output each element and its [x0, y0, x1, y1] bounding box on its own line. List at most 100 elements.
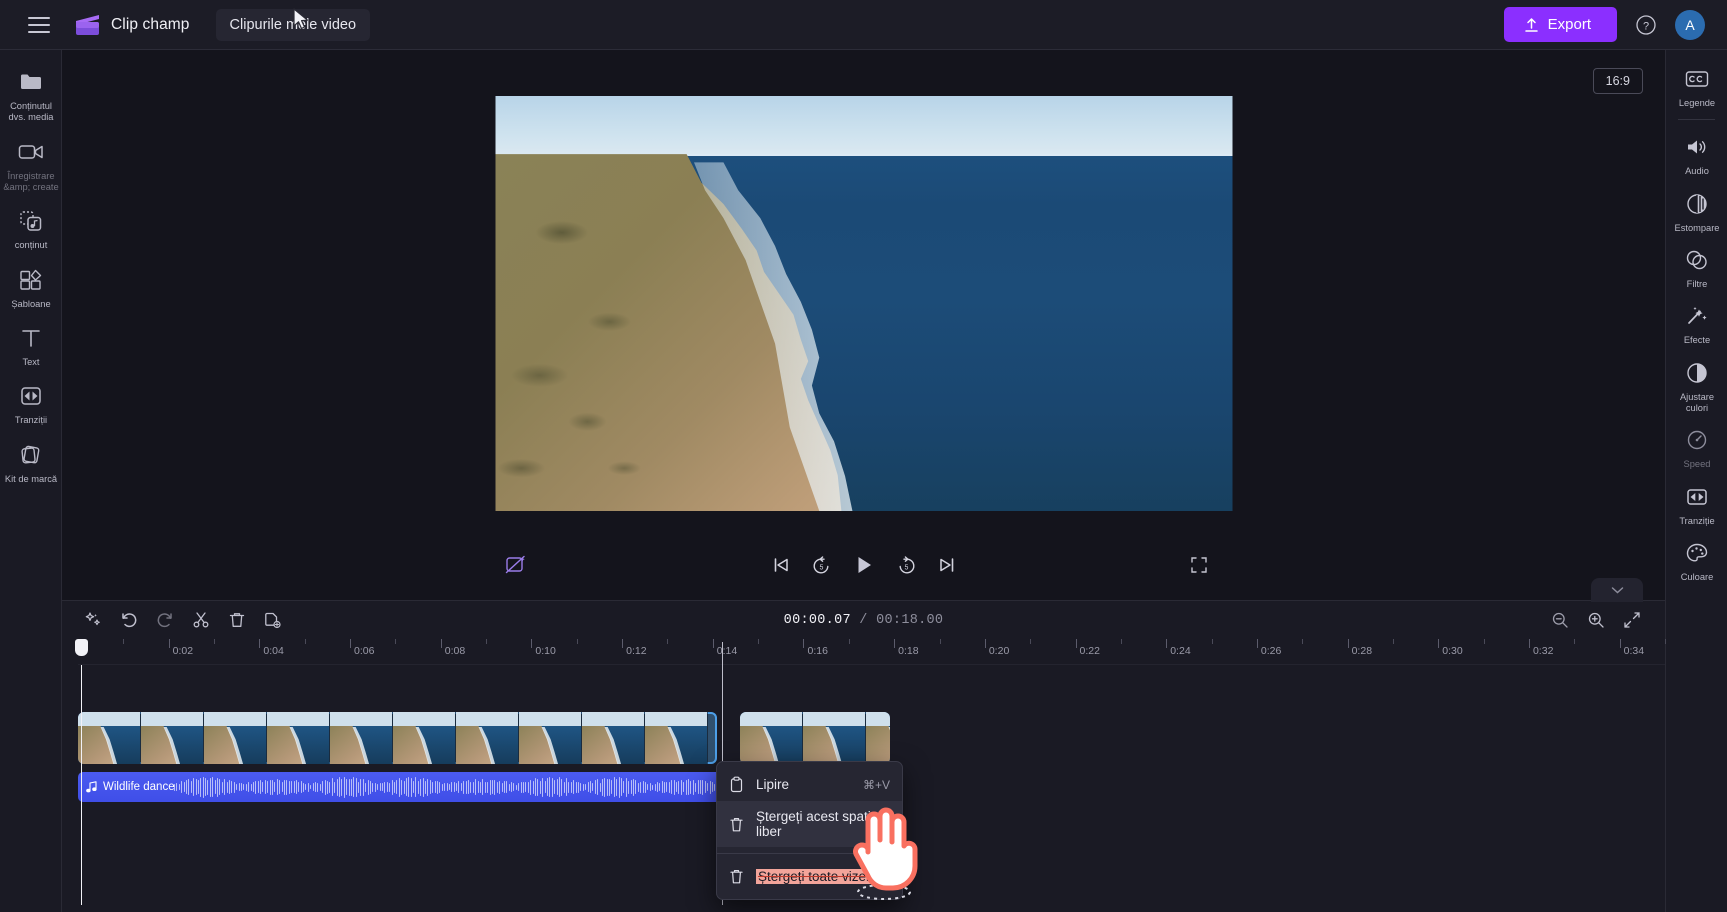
- ruler-tick-major: 0:30: [1438, 639, 1463, 657]
- sidebar-item-color[interactable]: Culoare: [1666, 532, 1727, 588]
- context-menu-item-delete-all[interactable]: Ștergeți toate vizele: [717, 860, 902, 893]
- sidebar-item-label: Efecte: [1683, 335, 1711, 346]
- ruler-tick-label: 0:24: [1170, 645, 1191, 657]
- ruler-tick-minor: [848, 639, 850, 644]
- fullscreen-icon[interactable]: [1190, 556, 1208, 574]
- ruler-tick-minor: [1665, 639, 1666, 644]
- total-time: 00:18.00: [876, 612, 944, 628]
- context-menu-item-delete-gap[interactable]: Ștergeți acest spațiu liber: [717, 801, 902, 847]
- zoom-out-icon[interactable]: [1551, 611, 1569, 629]
- music-note-icon: [86, 781, 97, 793]
- sidebar-item-record-create[interactable]: Înregistrare &amp; create: [0, 130, 62, 200]
- palette-icon: [1668, 540, 1726, 566]
- menu-hamburger-icon[interactable]: [28, 16, 50, 33]
- clip-thumbnail: [456, 712, 519, 764]
- export-button[interactable]: Export: [1503, 7, 1617, 42]
- sidebar-divider: [1678, 119, 1715, 121]
- context-menu-shortcut: ⌘+V: [862, 777, 890, 792]
- transitions-icon: [2, 383, 60, 409]
- ruler-tick-major: 0:20: [984, 639, 1009, 657]
- sidebar-item-media[interactable]: Conținutul dvs. media: [0, 60, 62, 130]
- ruler-tick-label: 0:20: [988, 645, 1010, 657]
- brand-name: Clip champ: [111, 15, 190, 33]
- ruler-tick-minor: [395, 639, 397, 644]
- timeline-ruler[interactable]: 00:020:040:060:080:100:120:140:160:180:2…: [78, 639, 1666, 665]
- sidebar-item-label: Ajustare culori: [1679, 391, 1715, 413]
- sidebar-item-captions[interactable]: Legende: [1666, 58, 1727, 114]
- delete-trash-icon[interactable]: [228, 611, 246, 629]
- ruler-tick-major: 0:24: [1166, 639, 1191, 657]
- sidebar-item-filters[interactable]: Filtre: [1666, 239, 1727, 295]
- ruler-tick-major: 0:32: [1528, 639, 1553, 657]
- ruler-tick-label: 0:26: [1260, 645, 1282, 657]
- aspect-ratio-button[interactable]: 16:9: [1592, 68, 1643, 94]
- clip-thumbnail: [519, 712, 582, 764]
- video-preview[interactable]: [495, 96, 1232, 511]
- sidebar-item-label: Conținutul dvs. media: [8, 101, 54, 123]
- svg-text:5: 5: [904, 564, 908, 571]
- undo-icon[interactable]: [120, 611, 138, 629]
- sidebar-item-color-adjust[interactable]: Ajustare culori: [1666, 352, 1727, 420]
- playhead-handle[interactable]: [75, 639, 89, 656]
- sidebar-item-transitions[interactable]: Tranziții: [0, 374, 62, 432]
- clip-thumbnail: [582, 712, 645, 764]
- brand-logo-link[interactable]: Clip champ: [74, 12, 190, 37]
- ruler-tick-minor: [1574, 639, 1576, 644]
- clip-thumbnail: [204, 712, 267, 764]
- sidebar-item-templates[interactable]: Șabloane: [0, 258, 62, 316]
- sidebar-item-text[interactable]: Text: [0, 316, 62, 374]
- sidebar-item-label: Tranziție: [1679, 515, 1715, 526]
- rewind-5-icon[interactable]: 5: [812, 555, 831, 575]
- clipboard-paste-icon: [729, 776, 744, 793]
- split-scissors-icon[interactable]: [192, 611, 210, 629]
- ruler-tick-label: 0:14: [716, 645, 738, 657]
- fit-to-screen-icon[interactable]: [1623, 611, 1641, 629]
- svg-text:5: 5: [819, 564, 823, 571]
- sidebar-item-label: Kit de marcă: [4, 473, 58, 484]
- sidebar-item-audio[interactable]: Audio: [1666, 126, 1727, 182]
- ruler-tick-major: 0:06: [350, 639, 374, 657]
- skip-to-end-icon[interactable]: [938, 556, 956, 574]
- auto-enhance-off-icon[interactable]: [505, 555, 527, 575]
- sidebar-item-brand-kit[interactable]: Kit de marcă: [0, 433, 62, 491]
- video-clip[interactable]: [740, 712, 890, 764]
- ruler-tick-major: 0:28: [1347, 639, 1372, 657]
- context-menu-item-paste[interactable]: Lipire ⌘+V: [717, 768, 902, 801]
- ruler-tick-minor: [123, 639, 125, 644]
- forward-5-icon[interactable]: 5: [897, 555, 916, 575]
- sidebar-item-content[interactable]: conținut: [0, 199, 62, 257]
- help-icon[interactable]: ?: [1633, 12, 1659, 38]
- context-menu-label: Ștergeți toate vizele: [756, 869, 879, 884]
- sidebar-item-label: Tranziții: [14, 415, 48, 426]
- trash-icon: [729, 868, 744, 885]
- user-avatar[interactable]: A: [1675, 9, 1705, 40]
- skip-to-start-icon[interactable]: [772, 556, 790, 574]
- sidebar-item-effects[interactable]: Efecte: [1666, 295, 1727, 351]
- speaker-icon: [1668, 134, 1726, 160]
- right-sidebar: Legende Audio Estompare Filtre Efecte Aj…: [1665, 50, 1727, 912]
- video-clip[interactable]: [78, 712, 718, 764]
- sidebar-item-label: Audio: [1685, 166, 1709, 177]
- duplicate-icon[interactable]: [264, 611, 282, 629]
- ruler-tick-label: 0:16: [807, 645, 828, 657]
- ruler-tick-minor: [758, 639, 760, 644]
- playhead[interactable]: [75, 639, 89, 905]
- magic-sparkle-icon[interactable]: [84, 611, 102, 629]
- sidebar-item-label: Înregistrare &amp; create: [3, 170, 59, 192]
- redo-icon[interactable]: [156, 611, 174, 629]
- export-label: Export: [1547, 16, 1591, 33]
- timeline-collapse-button[interactable]: [1591, 578, 1643, 602]
- ruler-tick-major: 0:12: [622, 639, 647, 657]
- project-name-input[interactable]: Clipurile mele video: [215, 8, 371, 41]
- transport-controls: 5 5: [772, 554, 956, 576]
- timeline-edit-tools: [76, 611, 282, 629]
- context-menu-label: Lipire: [756, 777, 790, 792]
- sidebar-item-label: Speed: [1683, 459, 1711, 470]
- sidebar-item-speed[interactable]: Speed: [1666, 419, 1727, 475]
- ruler-tick-label: 0:10: [535, 645, 556, 657]
- ruler-tick-minor: [1392, 639, 1394, 644]
- zoom-in-icon[interactable]: [1587, 611, 1605, 629]
- sidebar-item-transition[interactable]: Tranziție: [1666, 476, 1727, 532]
- play-icon[interactable]: [853, 554, 875, 576]
- sidebar-item-fade[interactable]: Estompare: [1666, 183, 1727, 239]
